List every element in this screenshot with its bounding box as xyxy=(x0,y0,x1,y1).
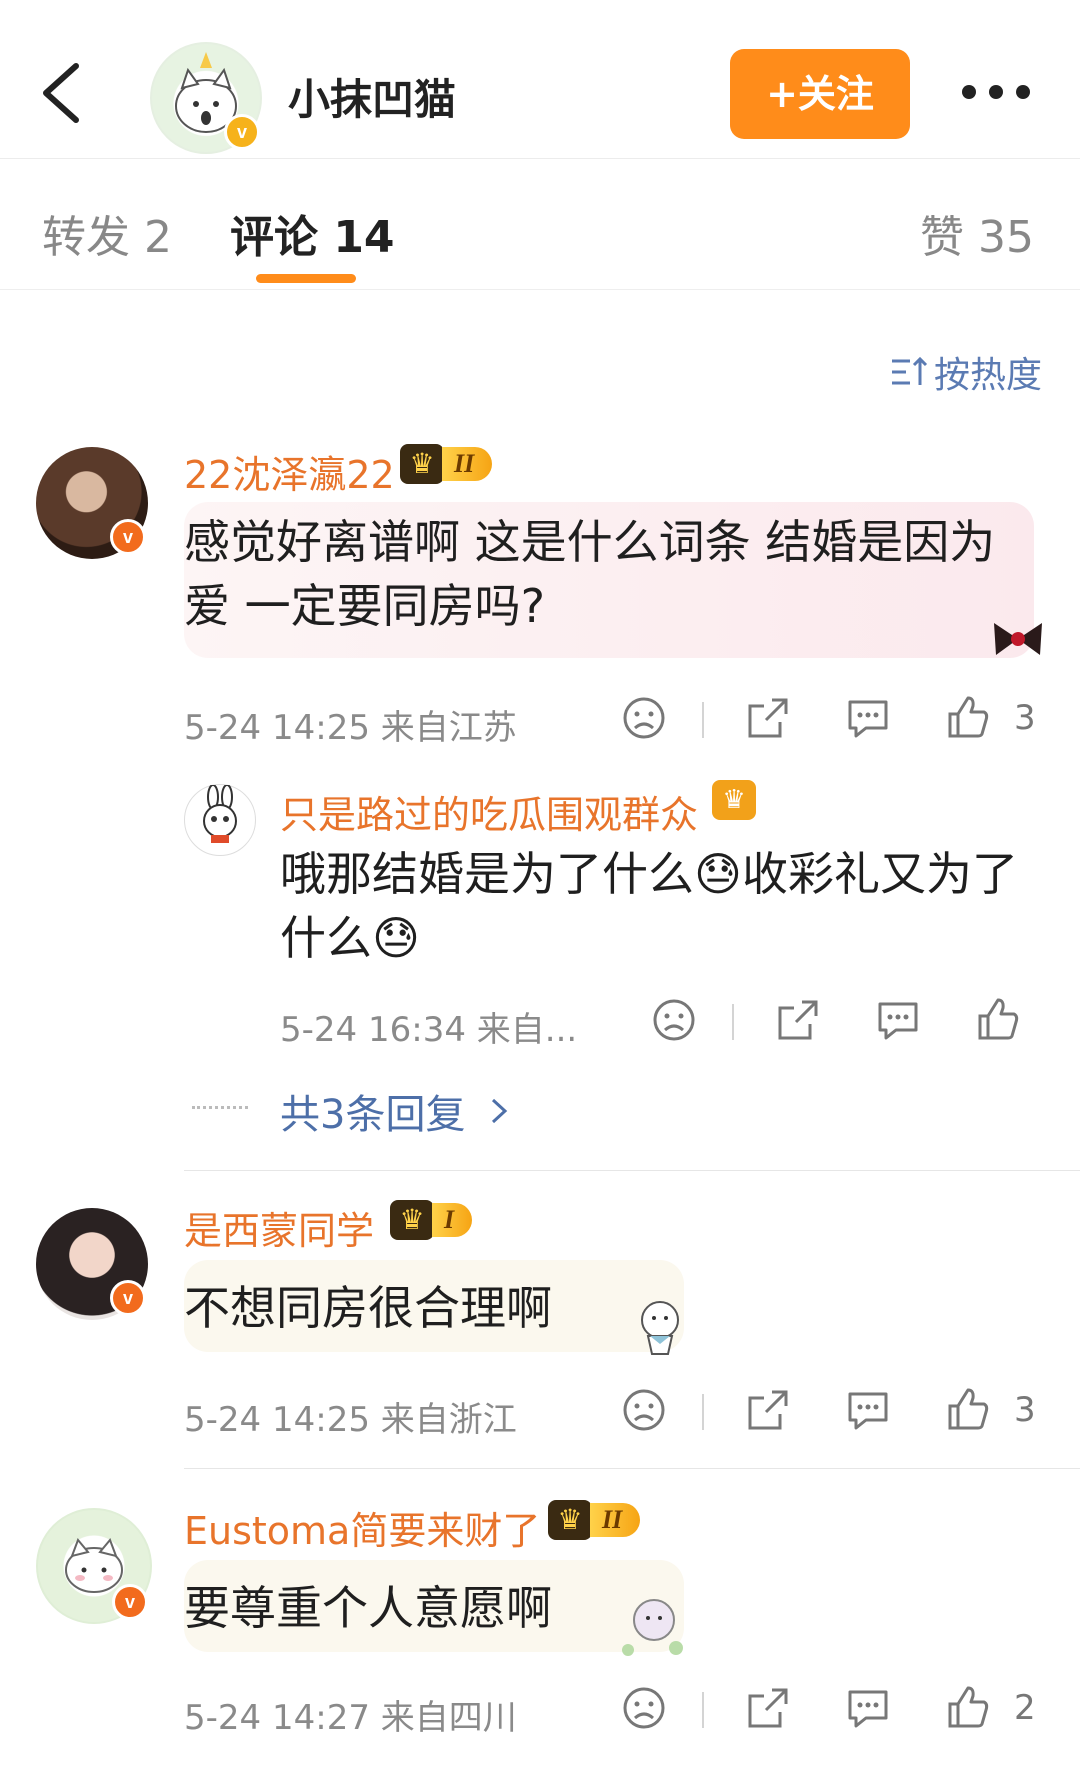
rabbit-avatar-icon xyxy=(203,784,237,843)
reply-avatar[interactable] xyxy=(184,784,256,856)
dog-sticker-icon xyxy=(641,1301,679,1355)
crown-icon: ♛ xyxy=(548,1500,592,1540)
crown-icon: ♛ xyxy=(390,1200,434,1240)
comment-location: 来自四川 xyxy=(380,1698,517,1738)
reply-meta: 5-24 16:34 来自... xyxy=(280,1002,577,1051)
sort-toggle[interactable]: 按热度 xyxy=(890,346,1042,398)
reply-icon[interactable] xyxy=(874,996,922,1044)
tab-reposts[interactable]: 转发 2 xyxy=(42,201,172,265)
crown-icon: ♛ xyxy=(400,444,444,484)
vip-badge: ♛ II xyxy=(400,444,493,484)
comment-username[interactable]: Eustoma简要来财了 xyxy=(184,1500,540,1555)
comment-location: 来自江苏 xyxy=(380,708,517,748)
tab-bar: 转发 2 评论 14 赞 35 xyxy=(0,159,1080,290)
reply-actions xyxy=(650,996,1050,1052)
sweat-emoji-icon: 😓 xyxy=(694,847,742,901)
replies-dots xyxy=(192,1106,248,1109)
vip-level-label: I xyxy=(432,1203,473,1237)
comment-avatar[interactable]: v xyxy=(36,1208,148,1320)
share-icon[interactable] xyxy=(744,1684,792,1732)
like-count: 3 xyxy=(1014,698,1036,738)
comment-username[interactable]: 22沈泽瀛22 xyxy=(184,444,395,499)
sort-icon xyxy=(892,356,928,385)
sheep-sticker-icon xyxy=(622,1599,683,1656)
vip-badge: ♛ I xyxy=(390,1200,473,1240)
reply-location: 来自... xyxy=(476,1010,578,1050)
comment-actions: 3 xyxy=(620,694,1040,750)
tab-comments[interactable]: 评论 14 xyxy=(230,201,395,265)
like-icon[interactable] xyxy=(944,1386,992,1434)
sort-label: 按热度 xyxy=(934,355,1043,396)
reply-time: 5-24 16:34 xyxy=(280,1010,466,1050)
like-count: 3 xyxy=(1014,1390,1036,1430)
reply-icon[interactable] xyxy=(844,694,892,742)
profile-name[interactable]: 小抹凹猫 xyxy=(288,66,456,127)
comment-text: 要尊重个人意愿啊 xyxy=(184,1581,552,1635)
top-bar: v 小抹凹猫 +关注 xyxy=(0,0,1080,159)
back-arrow-icon[interactable] xyxy=(38,62,84,124)
dislike-face-icon[interactable] xyxy=(620,1684,668,1732)
comment-meta: 5-24 14:25 来自浙江 xyxy=(184,1392,517,1441)
follow-button[interactable]: +关注 xyxy=(730,49,910,139)
active-tab-indicator xyxy=(256,274,356,283)
comment-username[interactable]: 是西蒙同学 xyxy=(184,1200,374,1255)
share-icon[interactable] xyxy=(774,996,822,1044)
comment-text: 不想同房很合理啊 xyxy=(184,1281,552,1335)
verified-badge-icon: v xyxy=(112,1584,148,1620)
chevron-right-icon xyxy=(492,1098,508,1124)
dislike-face-icon[interactable] xyxy=(620,694,668,742)
more-options-icon[interactable] xyxy=(962,82,1030,102)
vip-level-label: II xyxy=(590,1503,641,1537)
comment-divider xyxy=(184,1170,1080,1171)
comment-time: 5-24 14:27 xyxy=(184,1698,370,1738)
tab-likes[interactable]: 赞 35 xyxy=(920,201,1034,265)
like-count: 2 xyxy=(1014,1688,1036,1728)
sweat-emoji-icon: 😓 xyxy=(372,911,420,965)
share-icon[interactable] xyxy=(744,694,792,742)
reply-icon[interactable] xyxy=(844,1386,892,1434)
dislike-face-icon[interactable] xyxy=(650,996,698,1044)
comment-meta: 5-24 14:27 来自四川 xyxy=(184,1690,517,1739)
comment-actions: 3 xyxy=(620,1386,1040,1442)
share-icon[interactable] xyxy=(744,1386,792,1434)
like-icon[interactable] xyxy=(944,1684,992,1732)
vip-level-label: II xyxy=(442,447,493,481)
comment-avatar[interactable]: v xyxy=(36,1508,152,1624)
reply-text: 哦那结婚是为了什么😓收彩礼又为了什么😓 xyxy=(280,847,1018,965)
comment-actions: 2 xyxy=(620,1684,1040,1740)
comment-time: 5-24 14:25 xyxy=(184,708,370,748)
verified-badge-icon: v xyxy=(224,114,260,150)
comment-time: 5-24 14:25 xyxy=(184,1400,370,1440)
more-replies-label: 共3条回复 xyxy=(280,1092,466,1138)
vip-badge: ♛ II xyxy=(548,1500,641,1540)
verified-badge-icon: v xyxy=(110,519,146,555)
more-replies-link[interactable]: 共3条回复 xyxy=(280,1082,513,1140)
comment-avatar[interactable]: v xyxy=(36,447,148,559)
verified-badge-icon: v xyxy=(110,1280,146,1316)
profile-avatar[interactable]: v xyxy=(150,42,262,154)
comment-location: 来自浙江 xyxy=(380,1400,517,1440)
like-icon[interactable] xyxy=(974,996,1022,1044)
dislike-face-icon[interactable] xyxy=(620,1386,668,1434)
comment-divider xyxy=(184,1468,1080,1469)
fan-badge-icon: ♛ xyxy=(712,780,756,820)
comment-meta: 5-24 14:25 来自江苏 xyxy=(184,700,517,749)
reply-icon[interactable] xyxy=(844,1684,892,1732)
comment-text: 感觉好离谱啊 这是什么词条 结婚是因为爱 一定要同房吗? xyxy=(184,515,996,633)
like-icon[interactable] xyxy=(944,694,992,742)
reply-username[interactable]: 只是路过的吃瓜围观群众 xyxy=(280,784,698,839)
